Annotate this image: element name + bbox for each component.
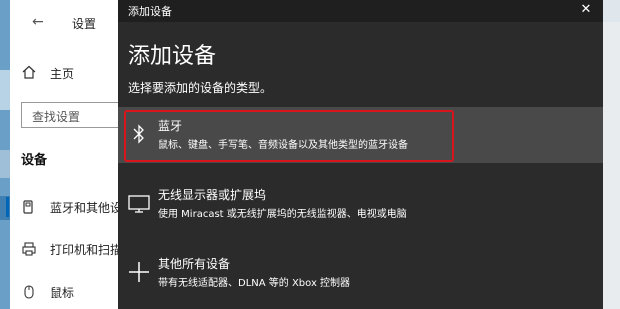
sidebar-item-mouse[interactable]: 鼠标 (10, 276, 120, 308)
option-wireless-display[interactable]: 无线显示器或扩展坞 使用 Miracast 或无线扩展坞的无线监视器、电视或电脑 (118, 176, 603, 232)
nav-item-home[interactable]: 主页 (10, 56, 120, 88)
close-icon[interactable]: ✕ (579, 2, 593, 17)
option-title: 其他所有设备 (158, 257, 231, 271)
dialog-heading: 添加设备 (128, 44, 217, 69)
red-highlight-box (124, 110, 454, 162)
option-title: 无线显示器或扩展坞 (158, 188, 267, 202)
option-description: 带有无线适配器、DLNA 等的 Xbox 控制器 (158, 278, 351, 289)
sidebar-item-label: 鼠标 (50, 286, 75, 300)
settings-title: 设置 (72, 17, 97, 31)
section-title: 设备 (21, 153, 48, 168)
home-icon (22, 65, 36, 79)
devices-icon (23, 200, 33, 214)
sidebar-item-printers[interactable]: 打印机和扫描 (10, 233, 123, 265)
dialog-title-bar: 添加设备 ✕ (118, 0, 603, 22)
dialog-title: 添加设备 (128, 5, 172, 18)
dialog-subheading: 选择要添加的设备的类型。 (128, 81, 273, 95)
settings-title-bar: ← 设置 (10, 0, 120, 44)
sidebar-item-label: 蓝牙和其他设 (50, 201, 123, 215)
option-everything-else[interactable]: 其他所有设备 带有无线适配器、DLNA 等的 Xbox 控制器 (118, 245, 603, 301)
mouse-icon (24, 285, 34, 299)
window-right-edge (603, 0, 620, 309)
home-label: 主页 (50, 67, 75, 81)
search-input[interactable]: 查找设置 (21, 102, 125, 128)
back-arrow-icon[interactable]: ← (32, 14, 48, 30)
plus-icon (129, 262, 149, 282)
printer-icon (22, 242, 36, 256)
window-edge-strip (0, 0, 10, 309)
sidebar-item-bluetooth[interactable]: 蓝牙和其他设 (6, 191, 123, 223)
search-placeholder: 查找设置 (32, 110, 81, 124)
monitor-icon (128, 195, 150, 213)
sidebar-item-label: 打印机和扫描 (50, 243, 123, 257)
option-description: 使用 Miracast 或无线扩展坞的无线监视器、电视或电脑 (158, 209, 407, 220)
